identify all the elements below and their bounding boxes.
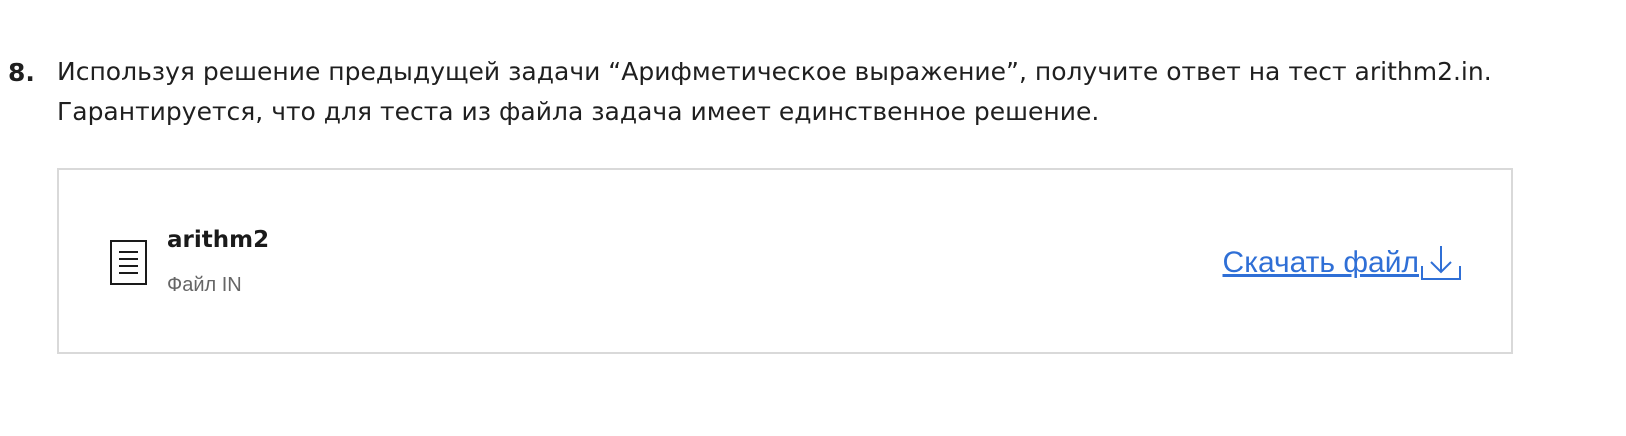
- task-description: Используя решение предыдущей задачи “Ари…: [57, 52, 1577, 132]
- task-item: 8. Используя решение предыдущей задачи “…: [0, 0, 1626, 436]
- task-description-line: Гарантируется, что для теста из файла за…: [57, 97, 1100, 126]
- file-type: Файл IN: [167, 274, 242, 296]
- download-file-link[interactable]: Скачать файл: [1223, 244, 1462, 282]
- file-name: arithm2: [167, 227, 270, 253]
- download-arrow-icon[interactable]: [1420, 244, 1462, 282]
- task-description-line: Используя решение предыдущей задачи “Ари…: [57, 57, 1492, 86]
- document-icon: [110, 240, 148, 286]
- file-attachment-card: arithm2 Файл IN Скачать файл: [57, 168, 1513, 354]
- task-number: 8.: [8, 58, 35, 87]
- download-file-label[interactable]: Скачать файл: [1223, 244, 1419, 282]
